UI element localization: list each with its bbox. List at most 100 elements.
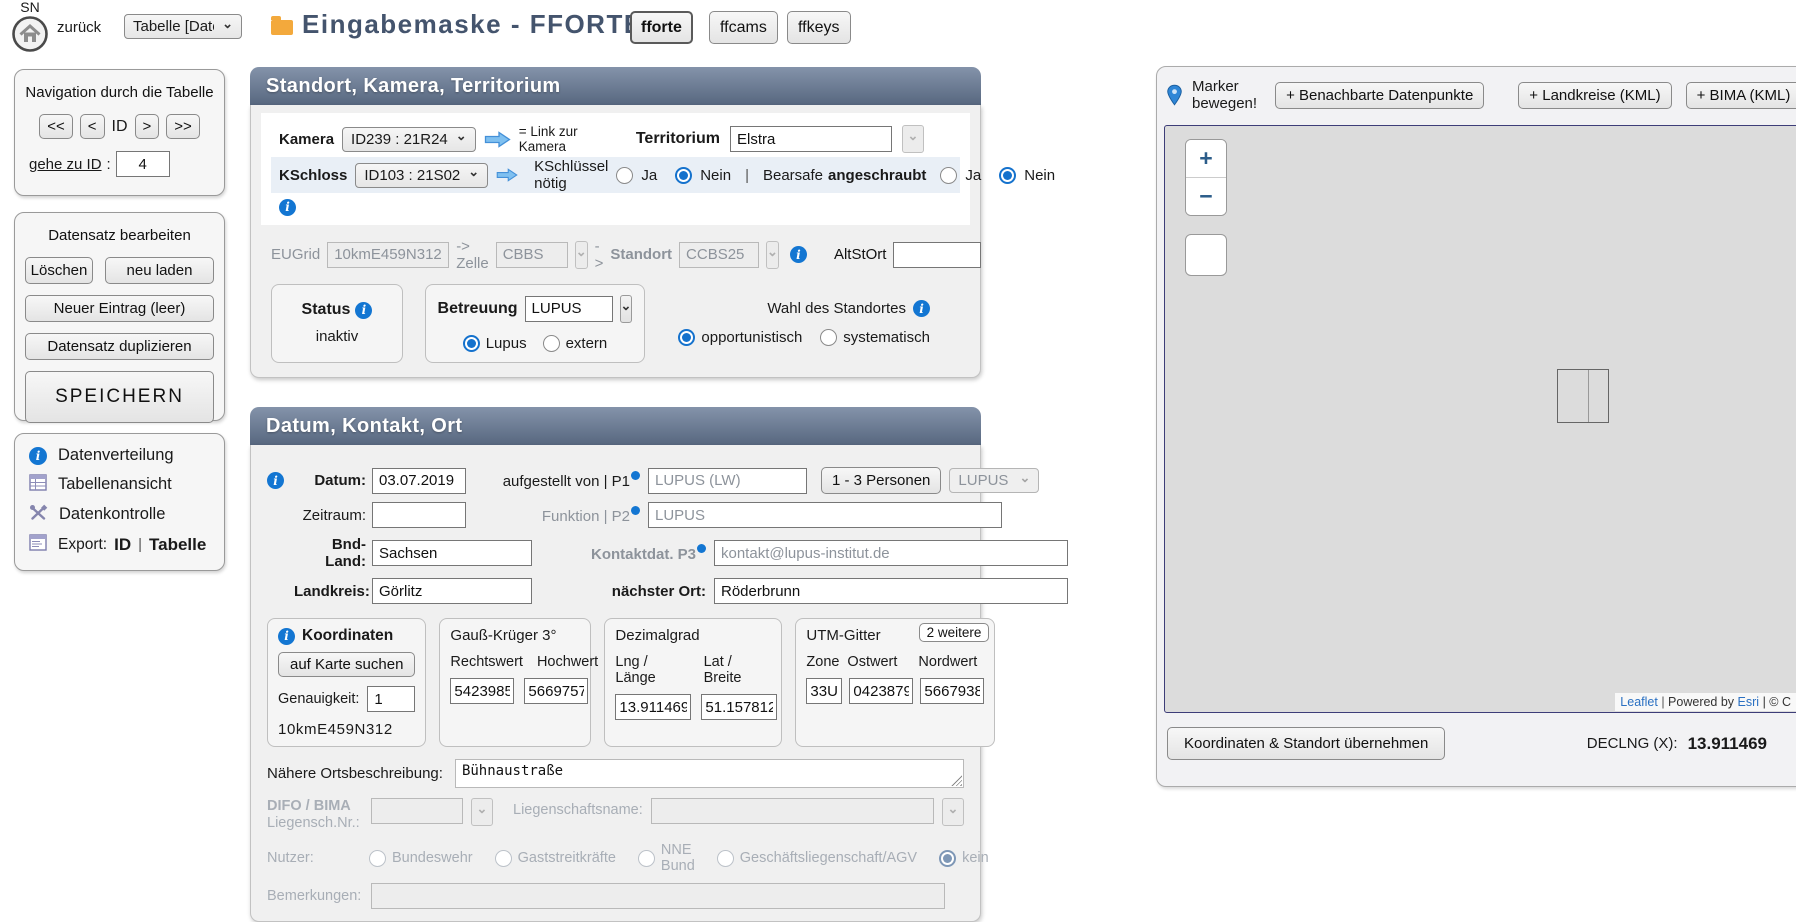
datenverteilung-link[interactable]: Datenverteilung [58,446,174,465]
ort-input[interactable] [714,578,1068,604]
export-icon [29,534,47,555]
wahl-box: Wahl des Standortes opportunistisch syst… [678,284,960,363]
duplicate-button[interactable]: Datensatz duplizieren [25,333,214,360]
p3-input[interactable] [714,540,1068,566]
ortsbeschreibung-textarea[interactable]: Bühnaustraße [455,759,964,788]
bearsafe-nein-label: Nein [1024,167,1055,184]
datum-panel: Datum, Kontakt, Ort Datum: aufgestellt v… [250,407,981,922]
info-icon[interactable] [790,246,807,263]
reload-button[interactable]: neu laden [105,257,214,284]
nutzer-nne-bund-radio [638,850,655,867]
zoom-in-button[interactable]: + [1186,140,1226,177]
lat-input[interactable] [701,694,777,720]
datenkontrolle-link[interactable]: Datenkontrolle [59,505,165,524]
tabellenansicht-link[interactable]: Tabellenansicht [58,475,172,494]
info-icon[interactable] [267,472,284,489]
export-table-link[interactable]: Tabelle [149,535,206,555]
utm-box: UTM-Gitter 2 weitere Zone Ostwert Nordwe… [795,618,995,747]
benachbarte-button[interactable]: + Benachbarte Datenpunkte [1275,82,1484,109]
nav-button-ffcams[interactable]: ffcams [709,11,778,44]
datum-panel-header: Datum, Kontakt, Ort [250,407,981,445]
betreuung-lupus-radio[interactable] [463,335,480,352]
back-link[interactable]: zurück [57,19,101,36]
bearsafe-ja-radio[interactable] [940,167,957,184]
bearsafe-nein-radio[interactable] [999,167,1016,184]
chevron-down-icon [477,807,488,817]
kschluessel-ja-radio[interactable] [616,167,633,184]
nutzer-kein-radio [939,850,956,867]
info-icon[interactable] [278,628,295,645]
personen-button[interactable]: 1 - 3 Personen [821,467,941,494]
difo-label: DIFO / BIMA [267,798,363,815]
nav-button-ffkeys[interactable]: ffkeys [787,11,851,44]
bima-kml-button[interactable]: + BIMA (KML) [1686,82,1796,109]
zeitraum-input[interactable] [372,502,466,528]
folder-icon [271,20,293,35]
bndland-input[interactable] [372,540,532,566]
betreuung-input[interactable] [525,296,613,322]
nutzer-kein-label: kein [962,850,989,866]
kschluessel-nein-radio[interactable] [675,167,692,184]
more-coords-button[interactable]: 2 weitere [919,623,990,642]
kamera-select[interactable]: ID239 : 21R24 [342,127,476,152]
info-icon[interactable] [913,300,930,317]
goto-id-link[interactable]: gehe zu ID [29,156,102,173]
nutzer-gaststreitkraefte-label: Gaststreitkräfte [518,850,616,866]
info-icon[interactable] [355,302,372,319]
link-arrow-icon[interactable] [484,131,511,148]
p1-input[interactable] [648,468,807,494]
genauigkeit-input[interactable] [367,686,415,712]
info-icon[interactable] [279,199,296,216]
save-button[interactable]: SPEICHERN [25,371,214,423]
page-title: Eingabemaske - FFORTE [302,9,643,40]
lng-input[interactable] [615,694,691,720]
delete-button[interactable]: Löschen [25,257,93,284]
info-dot-icon [697,544,706,553]
nutzer-bundeswehr-radio [369,850,386,867]
next-record-button[interactable]: > [135,114,160,139]
rechtswert-input[interactable] [450,678,514,704]
zoom-control: + − [1185,139,1227,216]
leaflet-link[interactable]: Leaflet [1620,695,1658,709]
wahl-opportunistisch-radio[interactable] [678,329,695,346]
betreuung-dropdown-button[interactable] [620,295,633,323]
zoom-out-button[interactable]: − [1186,177,1226,215]
kschloss-select[interactable]: ID103 : 21S02 [355,163,488,188]
prev-record-button[interactable]: < [80,114,105,139]
new-entry-button[interactable]: Neuer Eintrag (leer) [25,295,214,322]
territorium-input[interactable] [730,126,892,152]
p2-input[interactable] [648,502,1002,528]
declng-label: DECLNG (X): [1587,735,1678,752]
altstort-label: AltStOrt [834,246,887,263]
export-id-link[interactable]: ID [114,535,131,555]
landkreis-input[interactable] [372,578,532,604]
map-extra-button[interactable] [1185,234,1227,276]
bemerkungen-input [371,883,945,909]
first-record-button[interactable]: << [39,114,73,139]
betreuung-extern-radio[interactable] [543,335,560,352]
map[interactable]: + − Leaflet | Powered by Esri | © C [1164,125,1796,713]
ostwert-input[interactable] [849,678,913,704]
goto-id-input[interactable] [116,151,170,177]
zone-input[interactable] [806,678,842,704]
export-separator: | [138,536,142,553]
karte-suchen-button[interactable]: auf Karte suchen [278,652,415,677]
ort-label: nächster Ort: [538,583,706,600]
hochwert-input[interactable] [524,678,588,704]
chevron-down-icon [576,250,587,260]
p1-select: LUPUS (LW [949,468,1039,493]
landkreise-kml-button[interactable]: + Landkreise (KML) [1518,82,1671,109]
wahl-systematisch-radio[interactable] [820,329,837,346]
nav-button-fforte[interactable]: fforte [630,11,693,44]
nordwert-input[interactable] [920,678,984,704]
home-logo[interactable]: SN [8,0,52,57]
table-select[interactable]: Tabelle [Datens [124,14,242,39]
funktion-label: Funktion | P2 [472,506,640,525]
altstort-input[interactable] [893,242,981,268]
home-icon[interactable] [11,40,49,57]
last-record-button[interactable]: >> [166,114,200,139]
uebernehmen-button[interactable]: Koordinaten & Standort übernehmen [1167,727,1445,760]
datum-input[interactable] [372,468,466,494]
esri-link[interactable]: Esri [1738,695,1760,709]
bndland-label: Bnd-Land: [294,536,366,570]
